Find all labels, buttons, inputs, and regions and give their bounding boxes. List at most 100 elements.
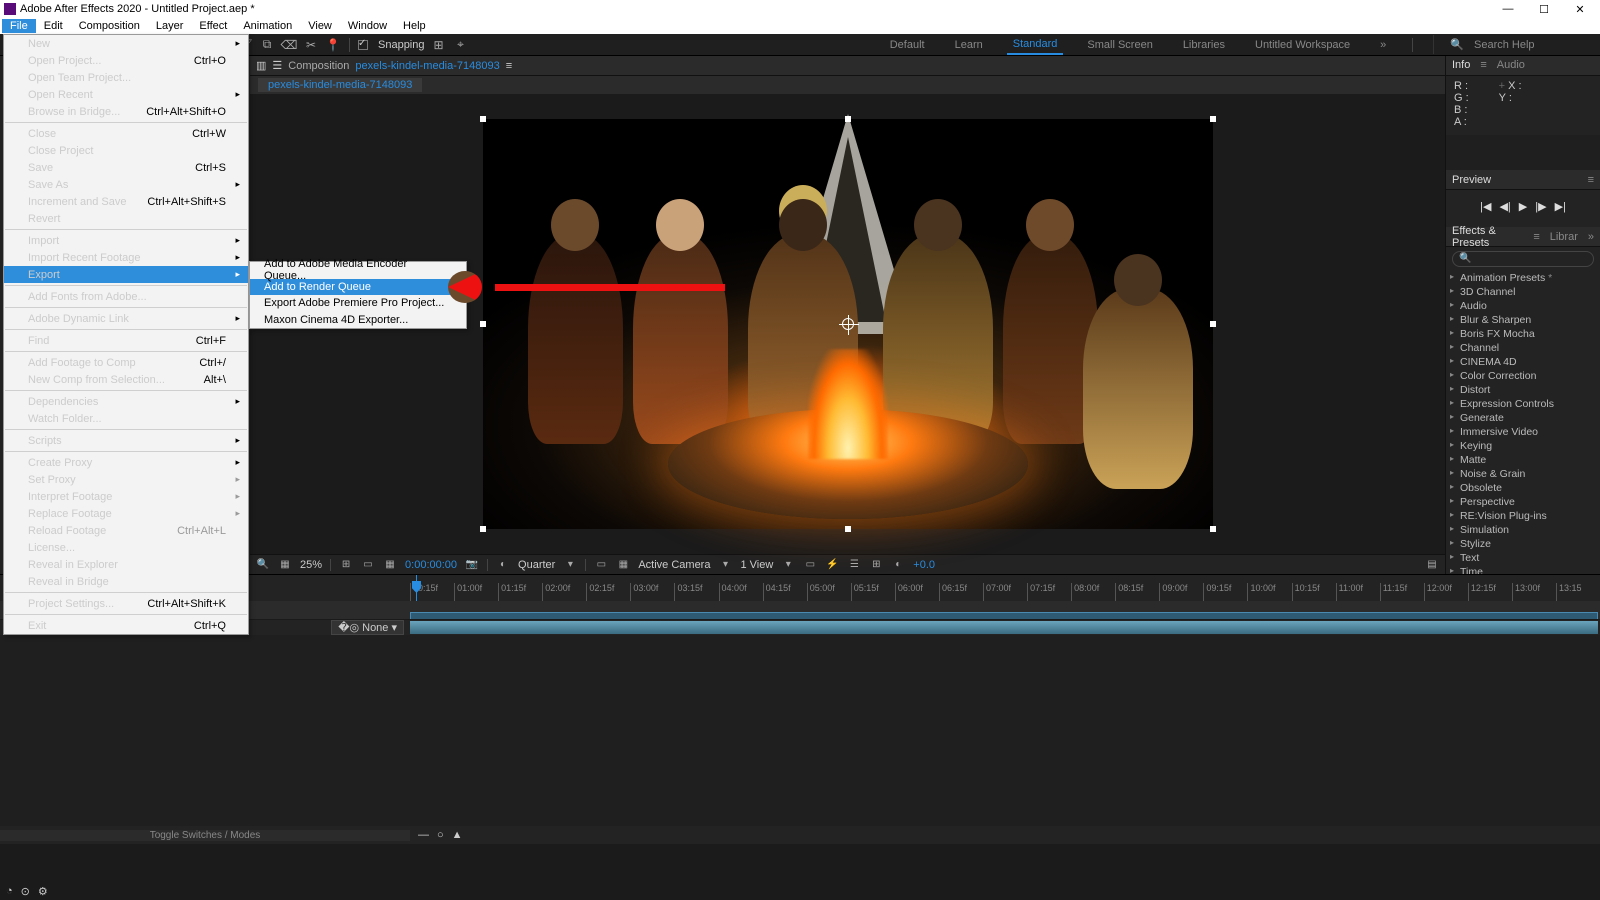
ruler-tick[interactable]: 04:00f <box>719 583 763 601</box>
effects-category[interactable]: Generate <box>1446 411 1600 425</box>
chevron-down-icon[interactable]: ▾ <box>718 558 732 572</box>
zoom-in-icon[interactable]: ▲ <box>452 829 463 841</box>
effects-category[interactable]: Keying <box>1446 439 1600 453</box>
menu-item-open-recent[interactable]: Open Recent <box>4 86 248 103</box>
close-button[interactable]: ✕ <box>1572 3 1588 16</box>
submenu-item-add-to-adobe-media-encoder-queue[interactable]: Add to Adobe Media Encoder Queue... <box>250 262 466 279</box>
ruler-tick[interactable]: 06:00f <box>895 583 939 601</box>
composition-canvas[interactable] <box>483 119 1213 529</box>
menu-item-create-proxy[interactable]: Create Proxy <box>4 454 248 471</box>
effects-category[interactable]: 3D Channel <box>1446 285 1600 299</box>
search-help-input[interactable] <box>1474 39 1594 51</box>
menu-item-export[interactable]: Export <box>4 266 248 283</box>
ruler-tick[interactable]: 10:00f <box>1247 583 1291 601</box>
selection-handle[interactable] <box>1210 116 1216 122</box>
preview-tab[interactable]: Preview <box>1452 174 1491 186</box>
effects-category[interactable]: RE:Vision Plug-ins <box>1446 509 1600 523</box>
snapshot-icon[interactable]: 📷 <box>465 558 479 572</box>
effects-category[interactable]: Animation Presets <box>1446 271 1600 285</box>
effects-category[interactable]: Distort <box>1446 383 1600 397</box>
effects-search-input[interactable]: 🔍 <box>1452 251 1594 267</box>
menu-view[interactable]: View <box>300 19 340 33</box>
first-frame-button[interactable]: |◀ <box>1480 200 1491 213</box>
menu-item-reveal-in-explorer[interactable]: Reveal in Explorer <box>4 556 248 573</box>
snapping-checkbox[interactable] <box>358 40 368 50</box>
effects-category[interactable]: Perspective <box>1446 495 1600 509</box>
effects-category[interactable]: Audio <box>1446 299 1600 313</box>
ruler-tick[interactable]: 12:15f <box>1468 583 1512 601</box>
workspace-untitled-workspace[interactable]: Untitled Workspace <box>1249 36 1356 54</box>
ruler-tick[interactable]: 04:15f <box>763 583 807 601</box>
effects-category[interactable]: Stylize <box>1446 537 1600 551</box>
info-tab[interactable]: Info <box>1452 59 1470 71</box>
workspace-learn[interactable]: Learn <box>949 36 989 54</box>
snap-opt1-icon[interactable]: ⊞ <box>431 37 447 53</box>
ruler-tick[interactable]: 09:15f <box>1203 583 1247 601</box>
effects-category[interactable]: Boris FX Mocha <box>1446 327 1600 341</box>
channel-icon[interactable]: ◐ <box>496 558 510 572</box>
exposure-reset-icon[interactable]: ◐ <box>891 558 905 572</box>
effects-panel-header[interactable]: Effects & Presets ≡ Librar » <box>1446 227 1600 247</box>
ruler-tick[interactable]: 02:00f <box>542 583 586 601</box>
effects-category[interactable]: Matte <box>1446 453 1600 467</box>
ruler-tick[interactable]: 02:15f <box>586 583 630 601</box>
grid-icon[interactable]: ▦ <box>383 558 397 572</box>
pixel-aspect-icon[interactable]: ▭ <box>803 558 817 572</box>
chevron-down-icon[interactable]: ▾ <box>563 558 577 572</box>
export-submenu[interactable]: Add to Adobe Media Encoder Queue...Add t… <box>249 261 467 329</box>
ruler-tick[interactable]: 13:00f <box>1512 583 1556 601</box>
alpha-icon[interactable]: ▦ <box>278 558 292 572</box>
snap-opt2-icon[interactable]: ⌖ <box>453 37 469 53</box>
libraries-tab[interactable]: Librar <box>1550 231 1578 243</box>
fast-preview-icon[interactable]: ⚡ <box>825 558 839 572</box>
effects-category[interactable]: Time <box>1446 565 1600 574</box>
menu-item-import-recent-footage[interactable]: Import Recent Footage <box>4 249 248 266</box>
workspace-libraries[interactable]: Libraries <box>1177 36 1231 54</box>
menu-item-project-settings[interactable]: Project Settings...Ctrl+Alt+Shift+K <box>4 595 248 612</box>
ruler-tick[interactable]: 01:15f <box>498 583 542 601</box>
menu-item-increment-and-save[interactable]: Increment and SaveCtrl+Alt+Shift+S <box>4 193 248 210</box>
effects-category[interactable]: Blur & Sharpen <box>1446 313 1600 327</box>
layer-clip[interactable] <box>410 621 1598 634</box>
menu-item-open-team-project[interactable]: Open Team Project... <box>4 69 248 86</box>
exposure-value[interactable]: +0.0 <box>913 559 935 571</box>
menu-edit[interactable]: Edit <box>36 19 71 33</box>
playhead[interactable] <box>416 575 417 601</box>
effects-list[interactable]: Animation Presets3D ChannelAudioBlur & S… <box>1446 271 1600 574</box>
selection-handle[interactable] <box>480 116 486 122</box>
menu-animation[interactable]: Animation <box>235 19 300 33</box>
next-frame-button[interactable]: |▶ <box>1535 200 1546 213</box>
workspace-overflow-icon[interactable]: » <box>1374 36 1392 54</box>
menu-item-import[interactable]: Import <box>4 232 248 249</box>
ruler-tick[interactable]: 10:15f <box>1292 583 1336 601</box>
workspace-standard[interactable]: Standard <box>1007 35 1064 55</box>
menu-item-open-project[interactable]: Open Project...Ctrl+O <box>4 52 248 69</box>
menu-item-find[interactable]: FindCtrl+F <box>4 332 248 349</box>
status-icon[interactable]: ⊙ <box>21 885 30 898</box>
roi-icon[interactable]: ▭ <box>594 558 608 572</box>
maximize-button[interactable]: ☐ <box>1536 3 1552 16</box>
ruler-tick[interactable]: 11:15f <box>1380 583 1424 601</box>
selection-handle[interactable] <box>845 526 851 532</box>
zoom-out-icon[interactable]: — <box>418 829 429 841</box>
ruler-tick[interactable]: 03:00f <box>630 583 674 601</box>
menu-item-exit[interactable]: ExitCtrl+Q <box>4 617 248 634</box>
play-button[interactable]: ▶ <box>1519 200 1527 213</box>
menu-item-dependencies[interactable]: Dependencies <box>4 393 248 410</box>
workspace-small-screen[interactable]: Small Screen <box>1081 36 1158 54</box>
zoom-value[interactable]: 25% <box>300 559 322 571</box>
menu-window[interactable]: Window <box>340 19 395 33</box>
effects-category[interactable]: Color Correction <box>1446 369 1600 383</box>
roto-tool-icon[interactable]: ✂ <box>303 37 319 53</box>
ruler-tick[interactable]: 05:15f <box>851 583 895 601</box>
menu-bar[interactable]: FileEditCompositionLayerEffectAnimationV… <box>0 18 1600 34</box>
anchor-point-icon[interactable] <box>842 318 854 330</box>
ruler-tick[interactable]: 08:00f <box>1071 583 1115 601</box>
audio-tab[interactable]: Audio <box>1497 59 1525 71</box>
zoom-slider[interactable]: ○ <box>437 829 444 841</box>
status-icon[interactable]: ◔ <box>6 885 13 897</box>
flowchart-icon[interactable]: ☰ <box>272 59 282 72</box>
menu-item-new[interactable]: New <box>4 35 248 52</box>
effects-category[interactable]: Expression Controls <box>1446 397 1600 411</box>
puppet-tool-icon[interactable]: 📍 <box>325 37 341 53</box>
